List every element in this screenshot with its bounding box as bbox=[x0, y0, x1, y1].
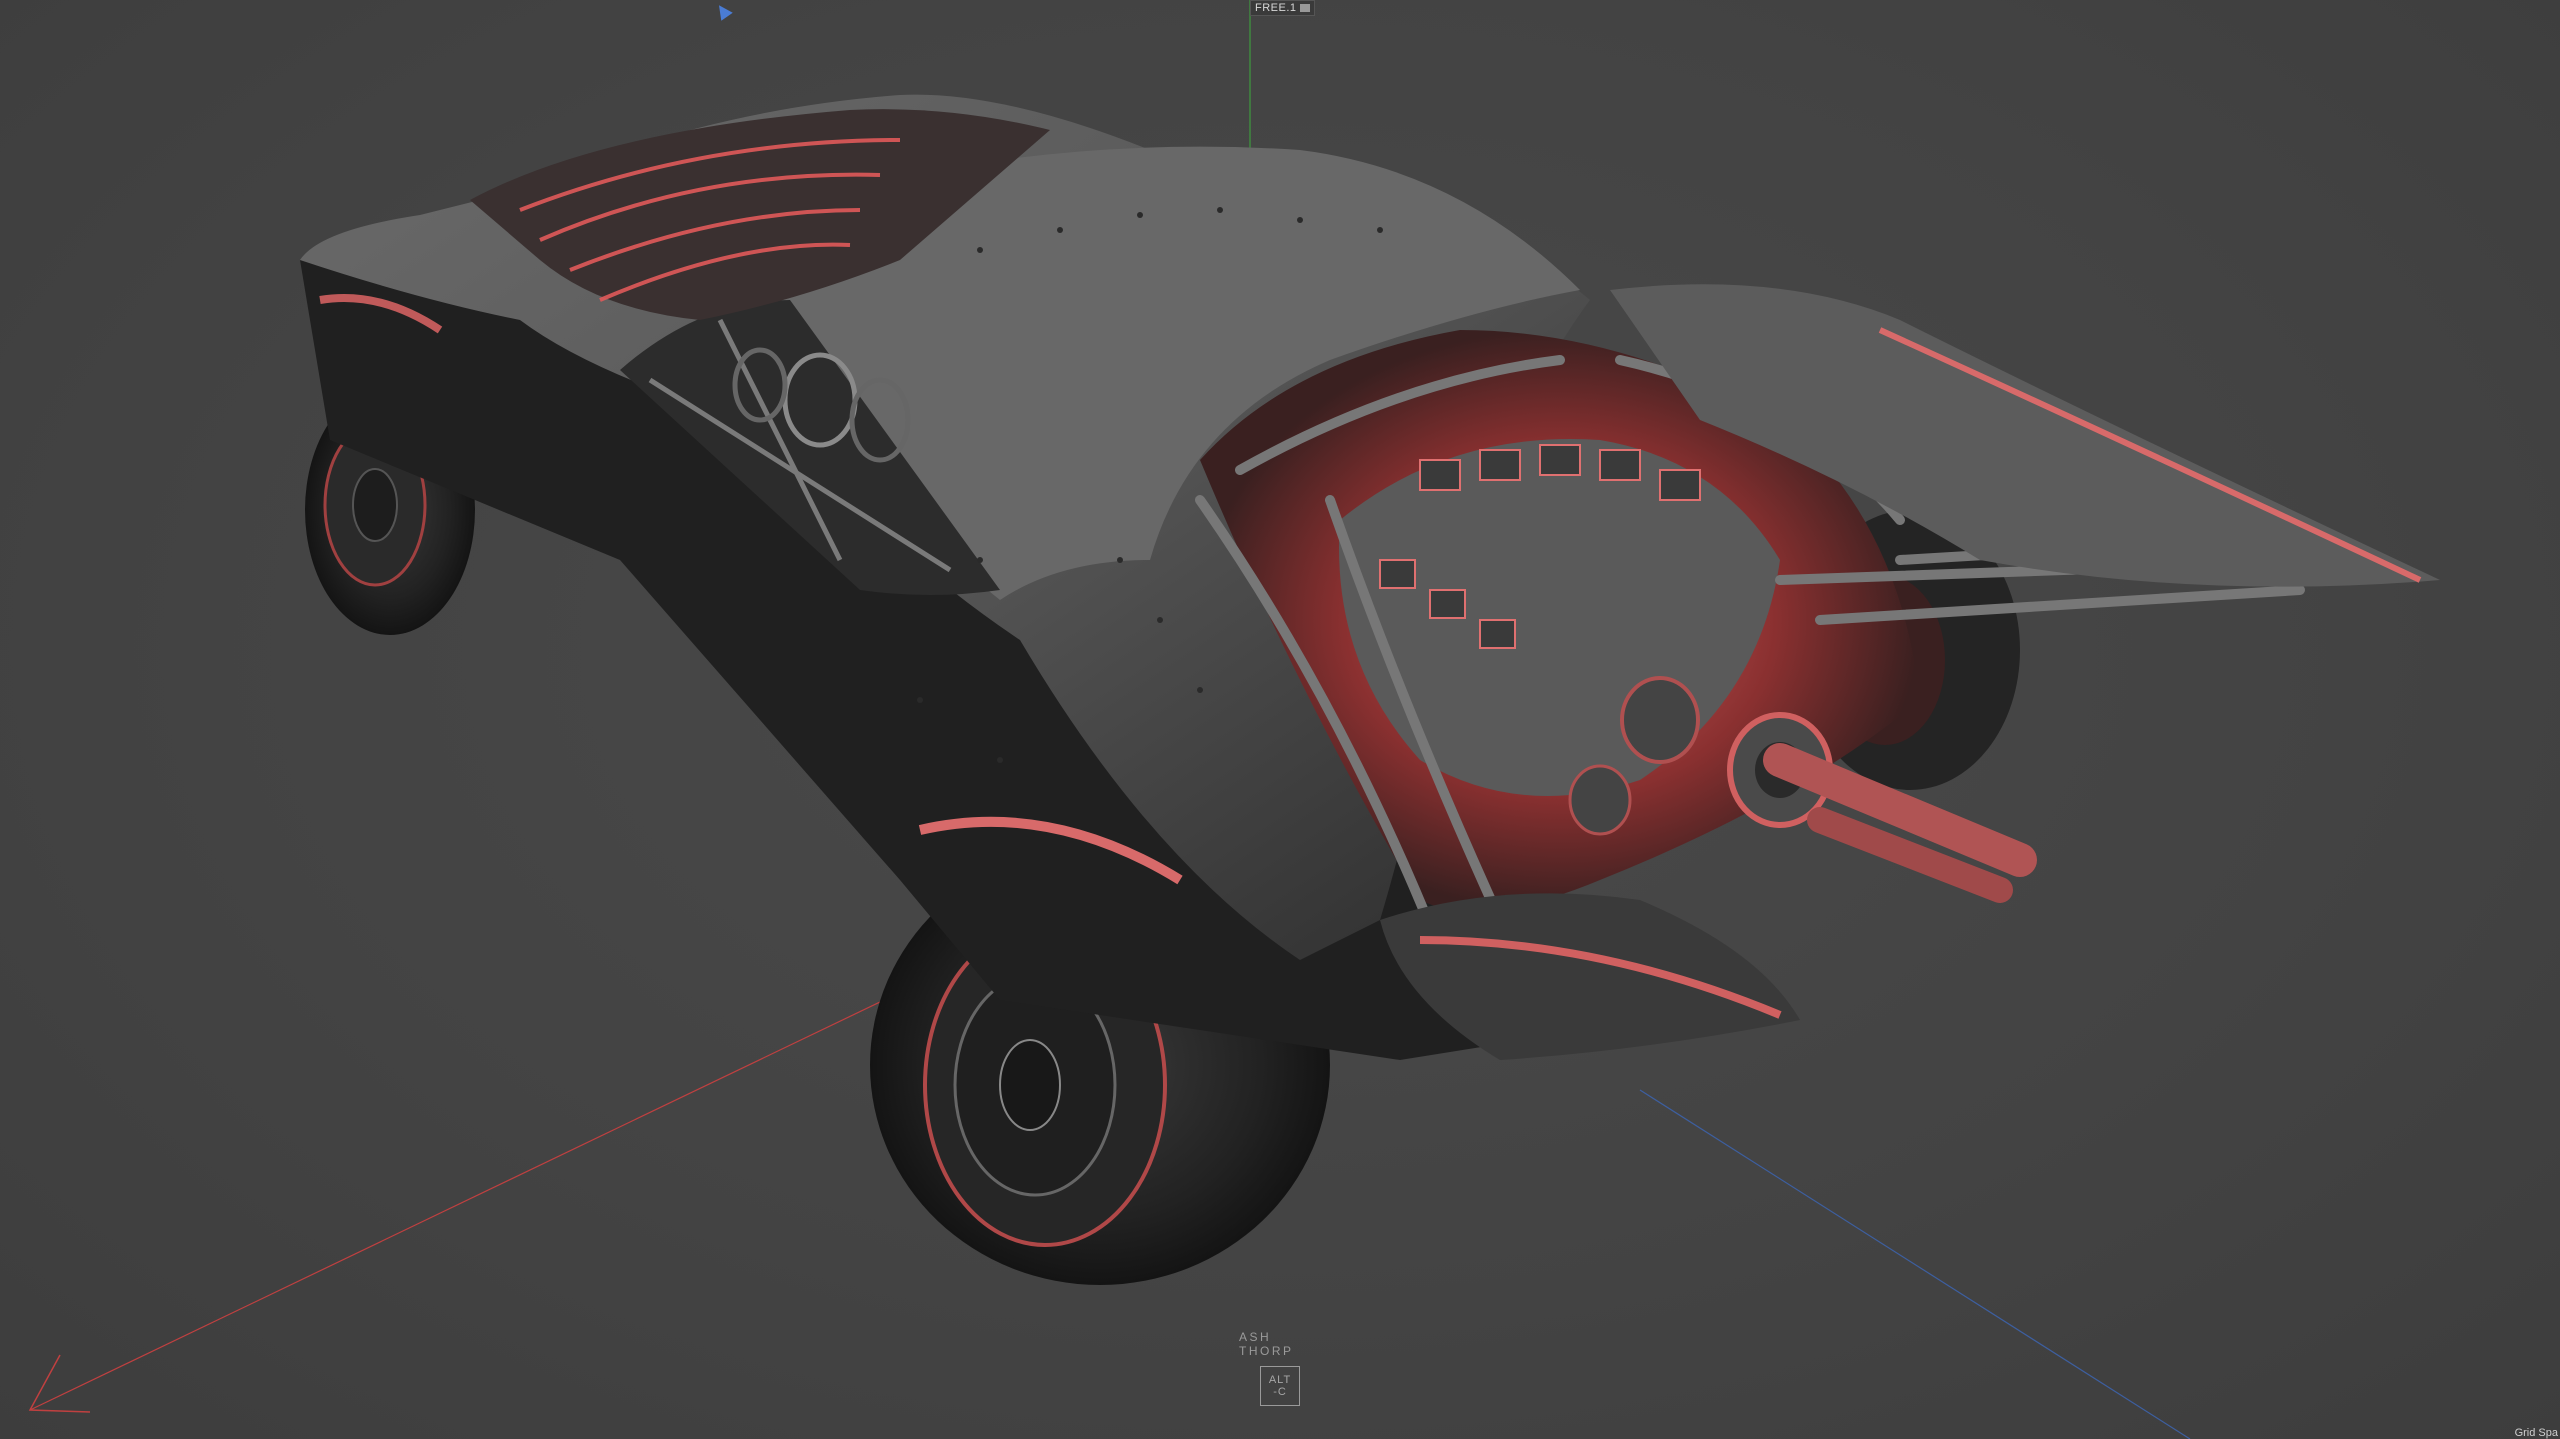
camera-icon bbox=[1299, 4, 1310, 12]
3d-viewport[interactable]: FREE.1 ASH THORP ALT -C Grid Spa bbox=[0, 0, 2560, 1439]
watermark-logo-line1: ALT bbox=[1268, 1374, 1292, 1386]
car-model-render[interactable] bbox=[300, 94, 2440, 1285]
camera-label[interactable]: FREE.1 bbox=[1250, 0, 1315, 16]
watermark: ASH THORP ALT -C bbox=[1239, 1330, 1321, 1406]
watermark-logo: ALT -C bbox=[1260, 1366, 1300, 1406]
camera-label-text: FREE.1 bbox=[1255, 2, 1297, 14]
watermark-logo-line2: -C bbox=[1273, 1386, 1287, 1398]
scene-canvas bbox=[28, 0, 2440, 1439]
grid-spacing-label: Grid Spa bbox=[2514, 1427, 2558, 1439]
watermark-name: ASH THORP bbox=[1239, 1330, 1294, 1358]
